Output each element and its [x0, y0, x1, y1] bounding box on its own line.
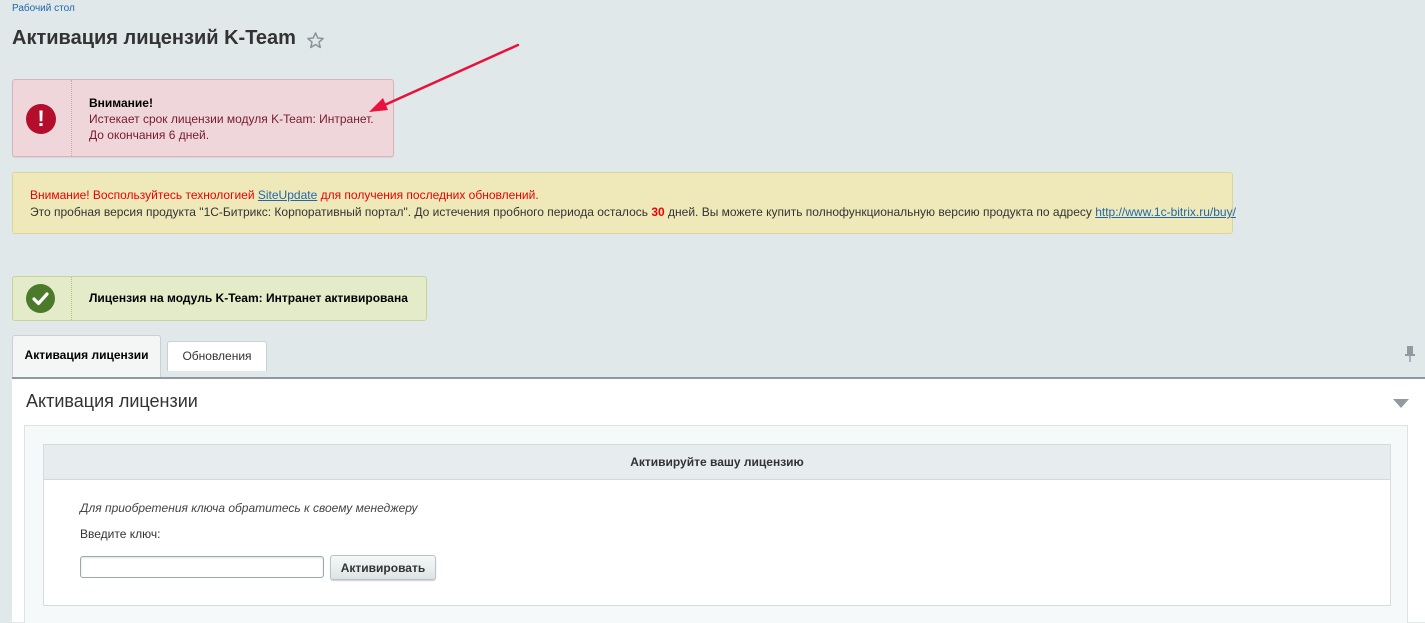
notice-line-1: Внимание! Воспользуйтесь технологией Sit… — [30, 188, 539, 202]
alert-icon-area: ! — [13, 80, 72, 156]
alert-line-1: Истекает срок лицензии модуля K-Team: Ин… — [89, 112, 374, 126]
page-title: Активация лицензий K-Team — [12, 27, 296, 49]
tab-license-activation[interactable]: Активация лицензии — [12, 335, 161, 378]
notice-line-1-suffix: для получения последних обновлений. — [317, 188, 539, 202]
breadcrumb-home[interactable]: Рабочий стол — [12, 3, 75, 14]
trial-notice: Внимание! Воспользуйтесь технологией Sit… — [12, 172, 1236, 234]
triangle-down-icon[interactable] — [1393, 399, 1409, 408]
alert-title: Внимание! — [89, 96, 153, 110]
key-label: Введите ключ: — [80, 527, 161, 541]
success-text: Лицензия на модуль K-Team: Интранет акти… — [89, 291, 408, 305]
alert-line-2: До окончания 6 дней. — [89, 128, 210, 142]
alert-text: Внимание! Истекает срок лицензии модуля … — [89, 95, 374, 143]
content-panel: Активация лицензии Активируйте вашу лице… — [12, 377, 1425, 623]
form-header: Активируйте вашу лицензию — [44, 445, 1390, 480]
notice-line-1-prefix: Внимание! Воспользуйтесь технологией — [30, 188, 258, 202]
license-expiry-alert: ! Внимание! Истекает срок лицензии модул… — [12, 79, 394, 157]
buy-link[interactable]: http://www.1c-bitrix.ru/buy/ — [1095, 205, 1236, 219]
tab-updates[interactable]: Обновления — [167, 341, 267, 371]
siteupdate-link[interactable]: SiteUpdate — [258, 188, 317, 202]
section-body: Активируйте вашу лицензию Для приобретен… — [24, 425, 1408, 623]
activation-form: Активируйте вашу лицензию Для приобретен… — [43, 444, 1391, 606]
license-activated-alert: Лицензия на модуль K-Team: Интранет акти… — [12, 276, 427, 321]
success-icon-area — [13, 277, 72, 320]
star-icon[interactable] — [306, 31, 325, 50]
license-key-input[interactable] — [80, 556, 324, 578]
notice-line-2-prefix: Это пробная версия продукта "1С-Битрикс:… — [30, 205, 652, 219]
section-title: Активация лицензии — [26, 391, 198, 411]
manager-hint: Для приобретения ключа обратитесь к свое… — [80, 501, 418, 515]
notice-line-2-middle: дней. Вы можете купить полнофункциональн… — [664, 205, 1096, 219]
checkmark-icon — [26, 284, 55, 313]
notice-line-2: Это пробная версия продукта "1С-Битрикс:… — [30, 205, 1236, 219]
pin-icon[interactable] — [1403, 345, 1417, 363]
activate-button[interactable]: Активировать — [330, 555, 436, 580]
trial-days-count: 30 — [651, 205, 665, 219]
exclamation-icon: ! — [26, 104, 56, 134]
